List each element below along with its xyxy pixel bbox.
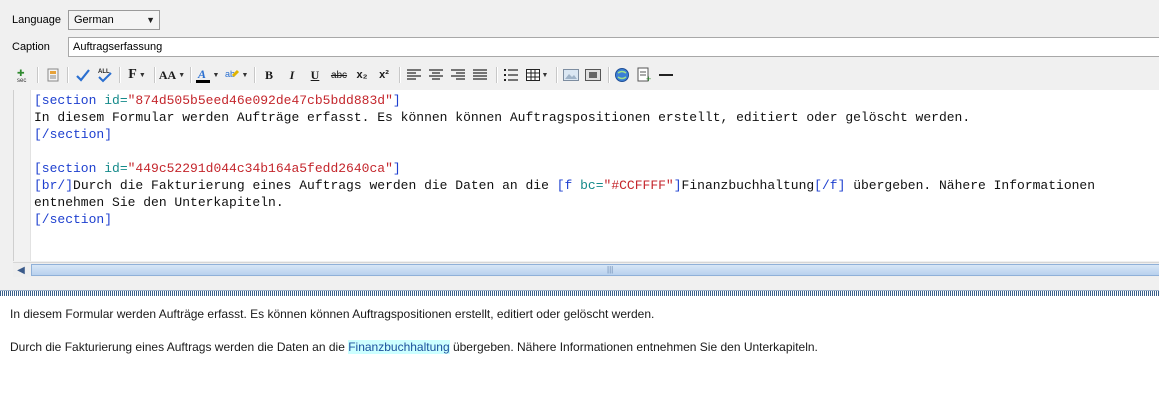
preview-pane: In diesem Formular werden Aufträge erfas… [0, 296, 1159, 409]
code-line: [br/]Durch die Fakturierung eines Auftra… [34, 178, 1096, 193]
svg-text:sec: sec [17, 78, 26, 83]
font-icon[interactable]: F ▼ [123, 64, 151, 86]
superscript-icon[interactable]: x² [373, 64, 395, 86]
editor-content: [section id="874d505b5eed46e092de47cb5bd… [34, 92, 1159, 228]
horizontal-scrollbar[interactable]: ◀ ||| [13, 262, 1159, 277]
highlight-color-icon[interactable]: ab ▼ [221, 64, 251, 86]
insert-section-icon[interactable]: ✚ sec [12, 64, 34, 86]
insert-page-icon[interactable]: + [633, 64, 655, 86]
bold-icon[interactable]: B [258, 64, 280, 86]
caption-label: Caption [12, 41, 50, 53]
preview-paragraph: Durch die Fakturierung eines Auftrags we… [10, 340, 818, 354]
highlighted-text: Finanzbuchhaltung [348, 340, 450, 354]
svg-text:✚: ✚ [17, 68, 25, 78]
bullet-list-icon[interactable] [500, 64, 522, 86]
font-color-icon[interactable]: A ▼ [193, 64, 221, 86]
chevron-down-icon: ▼ [178, 71, 186, 79]
page-icon[interactable] [42, 64, 64, 86]
spellcheck-all-icon[interactable]: ALL [94, 64, 116, 86]
italic-icon[interactable]: I [281, 64, 303, 86]
code-line: In diesem Formular werden Aufträge erfas… [34, 110, 971, 125]
align-right-icon[interactable] [447, 64, 469, 86]
screenshot-icon[interactable] [582, 64, 604, 86]
table-icon[interactable]: ▼ [523, 64, 551, 86]
code-line: [/section] [34, 127, 113, 142]
code-line: entnehmen Sie den Unterkapiteln. [34, 195, 284, 210]
strikethrough-icon[interactable]: abc [327, 64, 351, 86]
caption-value: Auftragserfassung [73, 41, 163, 53]
align-center-icon[interactable] [425, 64, 447, 86]
chevron-left-icon: ◀ [17, 264, 25, 276]
chevron-down-icon: ▼ [146, 15, 155, 25]
svg-text:A: A [197, 67, 206, 81]
code-editor[interactable]: [section id="874d505b5eed46e092de47cb5bd… [13, 90, 1159, 261]
editor-gutter [14, 90, 31, 261]
link-icon[interactable] [611, 64, 633, 86]
chevron-down-icon: ▼ [212, 71, 220, 79]
image-icon[interactable] [560, 64, 582, 86]
grip-icon: ||| [607, 265, 614, 274]
chevron-down-icon: ▼ [138, 71, 146, 79]
horizontal-rule-icon[interactable] [655, 64, 677, 86]
underline-icon[interactable]: U [304, 64, 326, 86]
language-select[interactable]: German ▼ [68, 10, 160, 30]
justify-icon[interactable] [469, 64, 491, 86]
editor-panel: Language German ▼ Caption Auftragserfass… [0, 0, 1159, 292]
language-value: German [74, 14, 114, 26]
code-line: [/section] [34, 212, 113, 227]
svg-text:+: + [646, 74, 651, 83]
subscript-icon[interactable]: x₂ [351, 64, 373, 86]
chevron-down-icon: ▼ [541, 71, 549, 79]
align-left-icon[interactable] [403, 64, 425, 86]
caption-field[interactable]: Auftragserfassung [68, 37, 1159, 57]
formatting-toolbar: ✚ sec ALL F ▼ AA ▼ A ▼ ab ▼ B I U abc x₂… [10, 63, 1159, 87]
scrollbar-thumb[interactable]: ||| [31, 264, 1159, 276]
chevron-down-icon: ▼ [241, 71, 249, 79]
preview-paragraph: In diesem Formular werden Aufträge erfas… [10, 307, 655, 321]
code-line: [section id="449c52291d044c34b164a5fedd2… [34, 161, 401, 176]
code-line: [section id="874d505b5eed46e092de47cb5bd… [34, 93, 401, 108]
scroll-left-button[interactable]: ◀ [13, 263, 29, 277]
spellcheck-icon[interactable] [72, 64, 94, 86]
language-label: Language [12, 14, 61, 26]
svg-text:ALL: ALL [98, 69, 110, 75]
font-size-icon[interactable]: AA ▼ [157, 64, 187, 86]
